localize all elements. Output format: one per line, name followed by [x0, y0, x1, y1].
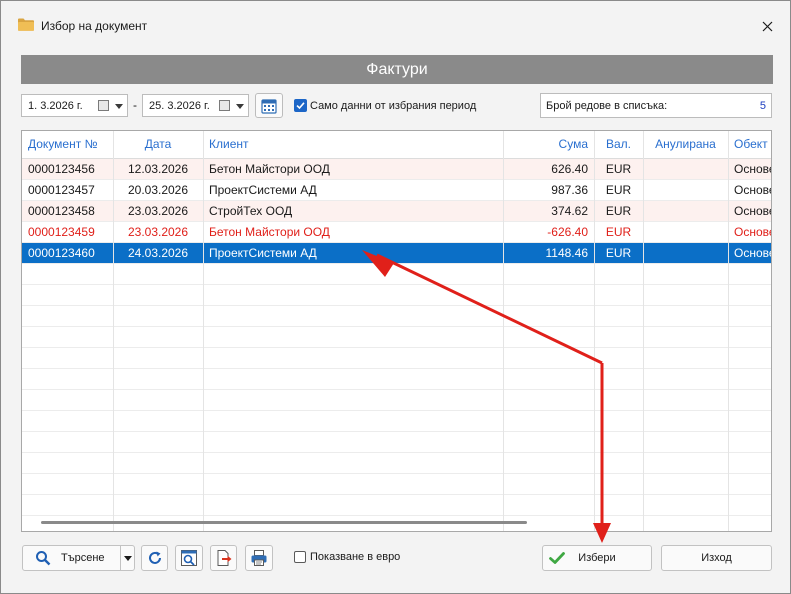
- cell-document: 0000123456: [28, 162, 95, 176]
- search-button-label: Търсене: [61, 552, 105, 564]
- cell-object: Основе: [734, 204, 772, 218]
- search-icon: [36, 551, 51, 566]
- only-period-label: Само данни от избрания период: [310, 100, 477, 112]
- select-button-label: Избери: [578, 552, 616, 564]
- cell-object: Основе: [734, 225, 772, 239]
- rows-count-label: Брой редове в списъка:: [546, 100, 668, 112]
- calendar-button[interactable]: [255, 93, 283, 118]
- column-header-amount[interactable]: Сума: [503, 131, 594, 158]
- cell-date: 20.03.2026: [127, 183, 189, 197]
- chevron-down-icon: [236, 104, 244, 109]
- close-icon: [762, 21, 772, 31]
- refresh-icon: [148, 551, 161, 564]
- preview-icon: [181, 550, 197, 566]
- exit-button-label: Изход: [701, 552, 732, 564]
- checkmark-icon: [549, 552, 565, 564]
- column-header-cancelled[interactable]: Анулирана: [643, 131, 728, 158]
- calendar-icon: [98, 100, 109, 111]
- cell-cancelled: [643, 159, 728, 180]
- date-from-value: 1. 3.2026 г.: [28, 99, 83, 112]
- checkmark-icon: [296, 102, 305, 110]
- cell-date: 24.03.2026: [127, 246, 189, 260]
- only-period-checkbox[interactable]: [294, 99, 307, 112]
- cell-document: 0000123459: [28, 225, 95, 239]
- table-row[interactable]: 0000123459 23.03.2026 Бетон Майстори ООД -6…: [22, 222, 771, 243]
- search-dropdown-button[interactable]: [120, 545, 135, 571]
- date-from-picker[interactable]: 1. 3.2026 г.: [21, 94, 128, 117]
- window-title: Избор на документ: [41, 19, 148, 33]
- select-button[interactable]: Избери: [542, 545, 652, 571]
- cell-cancelled: [643, 222, 728, 243]
- table-row[interactable]: 0000123456 12.03.2026 Бетон Майстори ООД 62…: [22, 159, 771, 180]
- exit-button[interactable]: Изход: [661, 545, 772, 571]
- cell-amount: 374.62: [551, 204, 588, 218]
- folder-icon: [18, 18, 34, 31]
- cell-document: 0000123460: [28, 246, 95, 260]
- dialog-window: Избор на документ Фактури 1. 3.2026 г. -…: [0, 0, 791, 594]
- column-header-client[interactable]: Клиент: [203, 131, 503, 158]
- documents-grid[interactable]: Документ № Дата Клиент Сума Вал. Анулира…: [21, 130, 772, 532]
- export-button[interactable]: [210, 545, 237, 571]
- cell-client: СтройТех ООД: [209, 204, 293, 218]
- cell-currency: EUR: [605, 225, 632, 239]
- cell-amount: 1148.46: [545, 246, 589, 260]
- section-banner: Фактури: [21, 55, 773, 84]
- print-button[interactable]: [245, 545, 273, 571]
- cell-currency: EUR: [605, 246, 632, 260]
- chevron-down-icon: [115, 104, 123, 109]
- grid-header: Документ № Дата Клиент Сума Вал. Анулира…: [22, 131, 771, 158]
- column-header-document[interactable]: Документ №: [22, 131, 113, 158]
- cell-client: Бетон Майстори ООД: [209, 162, 330, 176]
- search-button[interactable]: Търсене: [22, 545, 121, 571]
- cell-object: Основе: [734, 162, 772, 176]
- cell-cancelled: [643, 201, 728, 222]
- rows-count-box: Брой редове в списъка: 5: [540, 93, 772, 118]
- calendar-icon: [261, 98, 277, 114]
- print-icon: [251, 550, 267, 566]
- table-row[interactable]: 0000123460 24.03.2026 ПроектСистеми АД 1148…: [22, 243, 771, 264]
- export-icon: [217, 550, 231, 566]
- preview-button[interactable]: [175, 545, 203, 571]
- cell-cancelled: [643, 243, 728, 264]
- column-header-date[interactable]: Дата: [113, 131, 203, 158]
- cell-object: Основе: [734, 183, 772, 197]
- cell-client: ПроектСистеми АД: [209, 246, 317, 260]
- column-header-object[interactable]: Обект: [728, 131, 771, 158]
- close-button[interactable]: [753, 13, 781, 39]
- cell-date: 23.03.2026: [127, 204, 189, 218]
- date-to-picker[interactable]: 25. 3.2026 г.: [142, 94, 249, 117]
- date-separator: -: [133, 98, 137, 112]
- cell-cancelled: [643, 180, 728, 201]
- chevron-down-icon: [123, 555, 132, 561]
- rows-count-value: 5: [759, 100, 766, 112]
- title-bar: Избор на документ: [1, 1, 790, 51]
- cell-currency: EUR: [605, 204, 632, 218]
- cell-date: 23.03.2026: [127, 225, 189, 239]
- cell-client: ПроектСистеми АД: [209, 183, 317, 197]
- cell-document: 0000123458: [28, 204, 95, 218]
- cell-amount: 987.36: [551, 183, 588, 197]
- table-row[interactable]: 0000123458 23.03.2026 СтройТех ООД 374.62 EU…: [22, 201, 771, 222]
- calendar-icon: [219, 100, 230, 111]
- euro-label: Показване в евро: [310, 551, 401, 563]
- date-to-value: 25. 3.2026 г.: [149, 99, 210, 112]
- euro-checkbox[interactable]: [294, 551, 306, 563]
- cell-object: Основе: [734, 246, 772, 260]
- cell-currency: EUR: [605, 162, 632, 176]
- cell-amount: 626.40: [551, 162, 588, 176]
- cell-currency: EUR: [605, 183, 632, 197]
- cell-client: Бетон Майстори ООД: [209, 225, 330, 239]
- cell-amount: -626.40: [547, 225, 588, 239]
- cell-date: 12.03.2026: [127, 162, 189, 176]
- horizontal-scrollbar[interactable]: [41, 521, 527, 524]
- refresh-button[interactable]: [141, 545, 168, 571]
- column-header-currency[interactable]: Вал.: [594, 131, 643, 158]
- banner-title: Фактури: [366, 60, 428, 78]
- table-row[interactable]: 0000123457 20.03.2026 ПроектСистеми АД 987.…: [22, 180, 771, 201]
- cell-document: 0000123457: [28, 183, 95, 197]
